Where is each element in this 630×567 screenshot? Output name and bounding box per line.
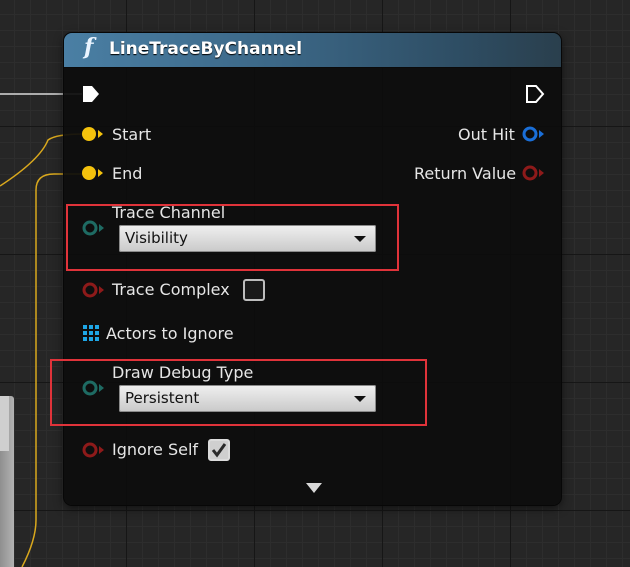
trace-complex-pin-icon[interactable]	[80, 281, 106, 299]
ignore-self-checkbox[interactable]	[208, 439, 230, 461]
checkmark-icon	[211, 443, 227, 458]
ignore-self-pin-icon[interactable]	[80, 441, 106, 459]
highlight-trace-channel	[66, 204, 399, 271]
out-hit-pin-icon[interactable]	[520, 125, 546, 143]
end-pin-icon[interactable]	[80, 164, 104, 182]
highlight-draw-debug-type	[50, 359, 427, 426]
out-hit-label: Out Hit	[458, 125, 515, 144]
node-title: LineTraceByChannel	[109, 39, 303, 59]
side-panel-fragment	[0, 396, 14, 567]
node-header[interactable]: f LineTraceByChannel	[64, 33, 561, 68]
ignore-self-label: Ignore Self	[112, 440, 199, 459]
return-value-label: Return Value	[414, 164, 517, 183]
exec-out-icon[interactable]	[525, 84, 545, 104]
start-label: Start	[112, 125, 152, 144]
start-pin-icon[interactable]	[80, 125, 104, 143]
expand-arrow-icon[interactable]	[306, 483, 322, 493]
exec-in-icon[interactable]	[81, 84, 101, 104]
side-panel-thumb	[0, 396, 9, 451]
array-grid-icon[interactable]	[82, 324, 100, 342]
trace-complex-checkbox[interactable]	[243, 279, 265, 301]
trace-complex-label: Trace Complex	[112, 280, 230, 299]
return-value-pin-icon[interactable]	[520, 164, 546, 182]
actors-to-ignore-label: Actors to Ignore	[106, 324, 234, 343]
function-icon: f	[84, 34, 94, 60]
end-label: End	[112, 164, 143, 183]
